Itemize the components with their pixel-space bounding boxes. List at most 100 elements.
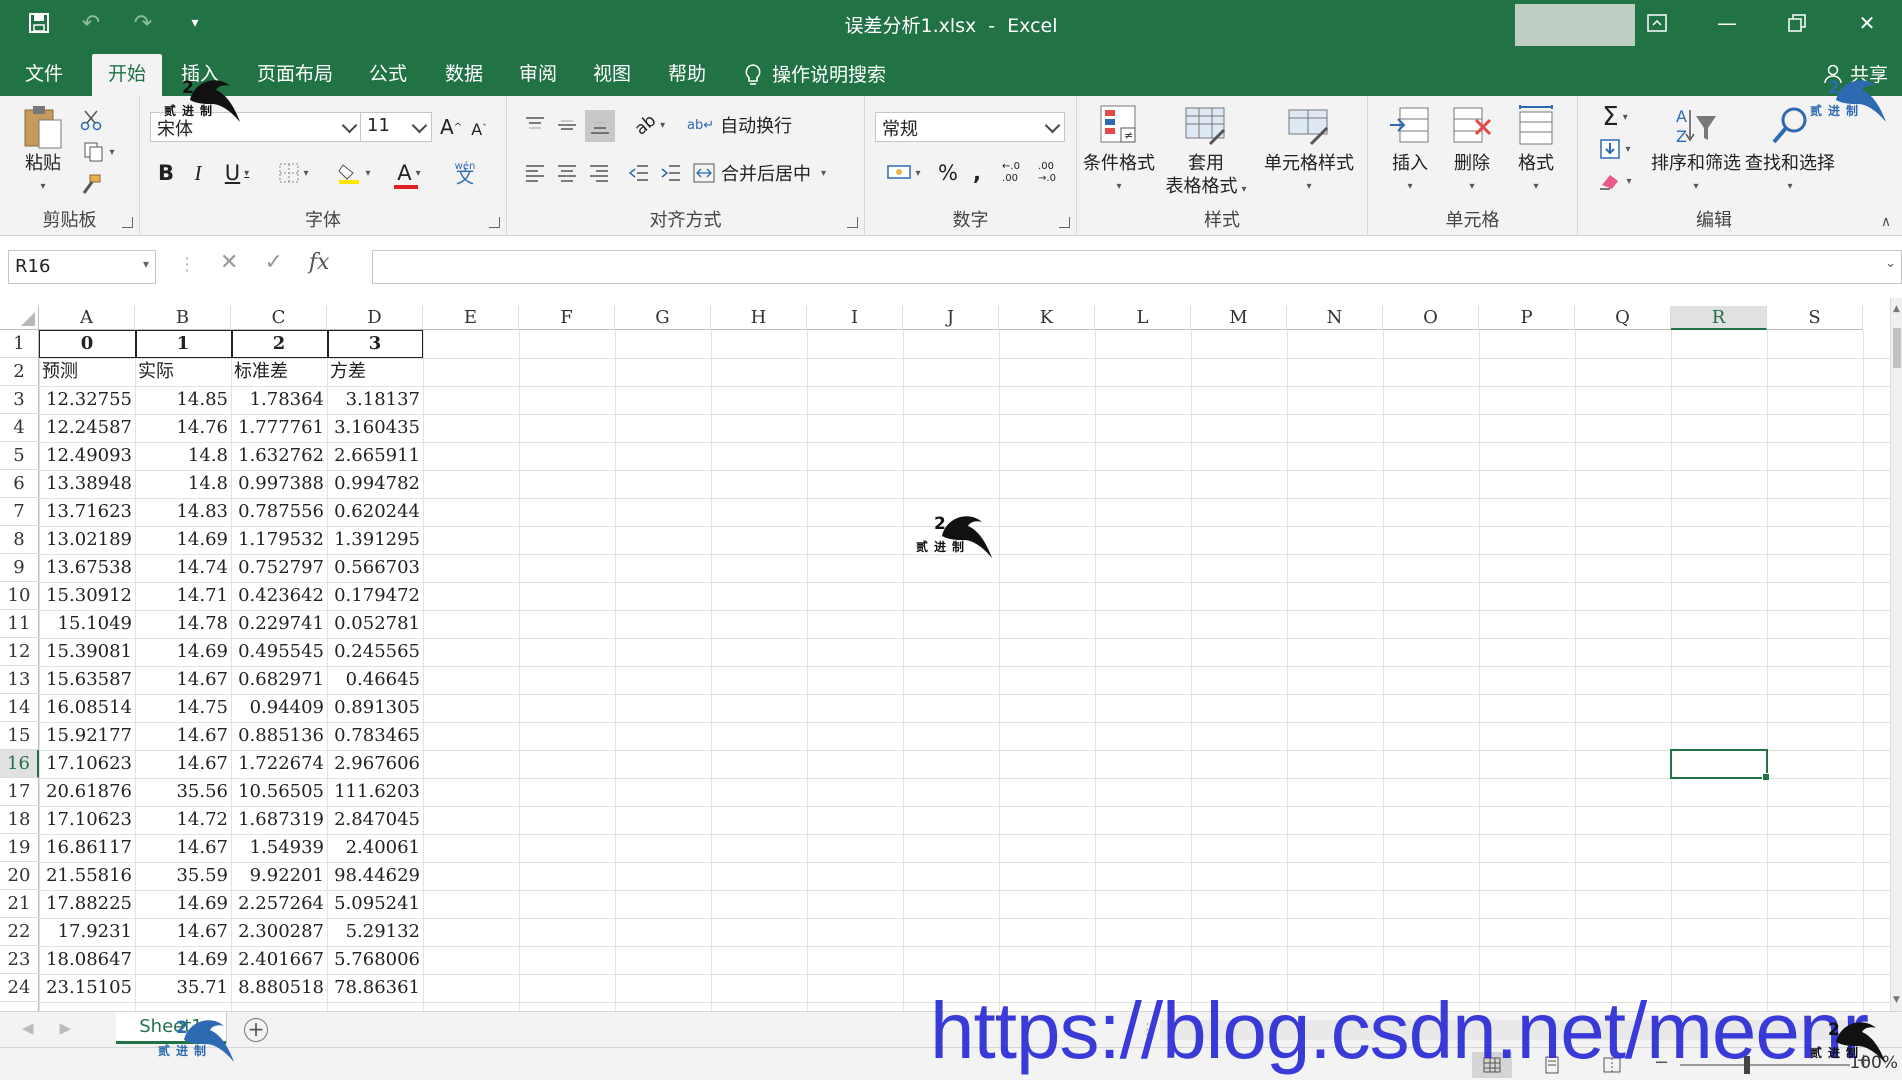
column-header[interactable]: C (231, 306, 327, 330)
table-cell[interactable]: 1.632762 (231, 442, 327, 470)
tab-home[interactable]: 开始 (92, 54, 162, 96)
percent-style-icon[interactable]: % (935, 158, 961, 188)
table-cell[interactable]: 0.495545 (231, 638, 327, 666)
table-cell[interactable]: 16.86117 (39, 834, 135, 862)
accounting-format-icon[interactable]: ▾ (879, 158, 929, 188)
row-header[interactable]: 14 (0, 694, 39, 722)
scroll-thumb[interactable] (1893, 328, 1901, 368)
row-header[interactable]: 24 (0, 974, 39, 1002)
column-header[interactable]: S (1767, 306, 1863, 330)
borders-icon[interactable]: ▾ (270, 158, 318, 188)
table-cell[interactable]: 14.85 (135, 386, 231, 414)
table-cell[interactable]: 1.391295 (327, 526, 423, 554)
table-cell[interactable]: 8.880518 (231, 974, 327, 1002)
table-cell[interactable]: 13.38948 (39, 470, 135, 498)
table-cell[interactable]: 14.69 (135, 890, 231, 918)
table-cell[interactable]: 3 (327, 330, 423, 358)
tab-view[interactable]: 视图 (586, 54, 638, 96)
table-cell[interactable]: 14.75 (135, 694, 231, 722)
tab-data[interactable]: 数据 (436, 54, 492, 96)
increase-indent-icon[interactable] (657, 158, 685, 188)
column-header[interactable]: A (39, 306, 135, 330)
align-bottom-icon[interactable] (585, 110, 615, 142)
decrease-font-icon[interactable]: Aˇ (466, 114, 492, 144)
table-cell[interactable]: 15.1049 (39, 610, 135, 638)
table-cell[interactable]: 2.40061 (327, 834, 423, 862)
table-cell[interactable]: 0.891305 (327, 694, 423, 722)
close-icon[interactable]: ✕ (1832, 0, 1902, 46)
column-header[interactable]: N (1287, 306, 1383, 330)
row-header[interactable]: 5 (0, 442, 39, 470)
wrap-text-button[interactable]: ab↵ 自动换行 (687, 110, 797, 140)
row-header[interactable]: 3 (0, 386, 39, 414)
insert-function-icon[interactable]: fx (309, 250, 330, 275)
prev-sheet-icon[interactable]: ◀ (22, 1019, 34, 1037)
comma-style-icon[interactable]: , (965, 158, 989, 188)
decrease-indent-icon[interactable] (625, 158, 653, 188)
tab-review[interactable]: 审阅 (512, 54, 564, 96)
fill-color-icon[interactable]: ▾ (330, 158, 378, 188)
table-cell[interactable]: 1.78364 (231, 386, 327, 414)
column-header[interactable]: Q (1575, 306, 1671, 330)
table-cell[interactable]: 14.71 (135, 582, 231, 610)
table-cell[interactable]: 14.67 (135, 750, 231, 778)
row-header[interactable]: 11 (0, 610, 39, 638)
ribbon-display-icon[interactable] (1622, 0, 1692, 46)
row-header[interactable]: 7 (0, 498, 39, 526)
table-cell[interactable]: 0.052781 (327, 610, 423, 638)
account-area[interactable] (1515, 4, 1635, 50)
phonetic-guide-icon[interactable]: wén 文 (440, 154, 490, 190)
row-header[interactable]: 19 (0, 834, 39, 862)
table-cell[interactable]: 0.752797 (231, 554, 327, 582)
increase-font-icon[interactable]: A ^ (438, 112, 464, 142)
expand-formula-icon[interactable]: ⌄ (1885, 256, 1896, 271)
column-header[interactable]: L (1095, 306, 1191, 330)
format-painter-icon[interactable] (76, 170, 106, 198)
table-cell[interactable]: 2.257264 (231, 890, 327, 918)
table-cell[interactable]: 14.76 (135, 414, 231, 442)
table-cell[interactable]: 1 (135, 330, 231, 358)
table-cell[interactable]: 14.69 (135, 638, 231, 666)
table-cell[interactable]: 5.768006 (327, 946, 423, 974)
align-center-icon[interactable] (553, 158, 581, 188)
table-cell[interactable]: 15.92177 (39, 722, 135, 750)
align-right-icon[interactable] (585, 158, 613, 188)
row-header[interactable]: 21 (0, 890, 39, 918)
table-cell[interactable]: 0 (39, 330, 135, 358)
bold-icon[interactable]: B (152, 158, 180, 188)
number-launcher-icon[interactable] (1059, 217, 1070, 228)
table-cell[interactable]: 14.8 (135, 442, 231, 470)
tab-help[interactable]: 帮助 (660, 54, 714, 96)
table-cell[interactable]: 实际 (135, 358, 231, 386)
table-cell[interactable]: 12.24587 (39, 414, 135, 442)
scroll-up-icon[interactable]: ▲ (1893, 304, 1900, 314)
table-cell[interactable]: 0.787556 (231, 498, 327, 526)
table-cell[interactable]: 14.69 (135, 946, 231, 974)
format-cells-button[interactable]: 格式 ▾ (1508, 104, 1564, 198)
table-cell[interactable]: 23.15105 (39, 974, 135, 1002)
table-cell[interactable]: 0.566703 (327, 554, 423, 582)
table-cell[interactable]: 0.229741 (231, 610, 327, 638)
row-header[interactable]: 23 (0, 946, 39, 974)
worksheet-grid[interactable]: A B C D E F G H I J K L M N O P Q R S 1 0 1 2 3 2 预测 实际 标准差 方差 3 12.32… (0, 298, 1890, 1011)
restore-icon[interactable] (1762, 0, 1832, 46)
delete-cells-button[interactable]: 删除 ▾ (1444, 104, 1500, 198)
table-cell[interactable]: 12.32755 (39, 386, 135, 414)
row-header[interactable]: 2 (0, 358, 39, 386)
minimize-icon[interactable]: — (1692, 0, 1762, 46)
conditional-formatting-button[interactable]: ≠ 条件格式 ▾ (1079, 104, 1159, 198)
table-cell[interactable]: 15.63587 (39, 666, 135, 694)
table-cell[interactable]: 1.722674 (231, 750, 327, 778)
column-header[interactable]: D (327, 306, 423, 330)
scroll-down-icon[interactable]: ▼ (1893, 995, 1900, 1005)
table-cell[interactable]: 0.783465 (327, 722, 423, 750)
table-cell[interactable]: 5.095241 (327, 890, 423, 918)
table-cell[interactable]: 2.967606 (327, 750, 423, 778)
cell-styles-button[interactable]: 单元格样式 ▾ (1255, 104, 1363, 198)
clipboard-launcher-icon[interactable] (122, 217, 133, 228)
cut-icon[interactable] (76, 106, 106, 134)
table-cell[interactable]: 14.8 (135, 470, 231, 498)
table-cell[interactable]: 14.67 (135, 722, 231, 750)
table-cell[interactable]: 17.10623 (39, 806, 135, 834)
table-cell[interactable]: 2.401667 (231, 946, 327, 974)
